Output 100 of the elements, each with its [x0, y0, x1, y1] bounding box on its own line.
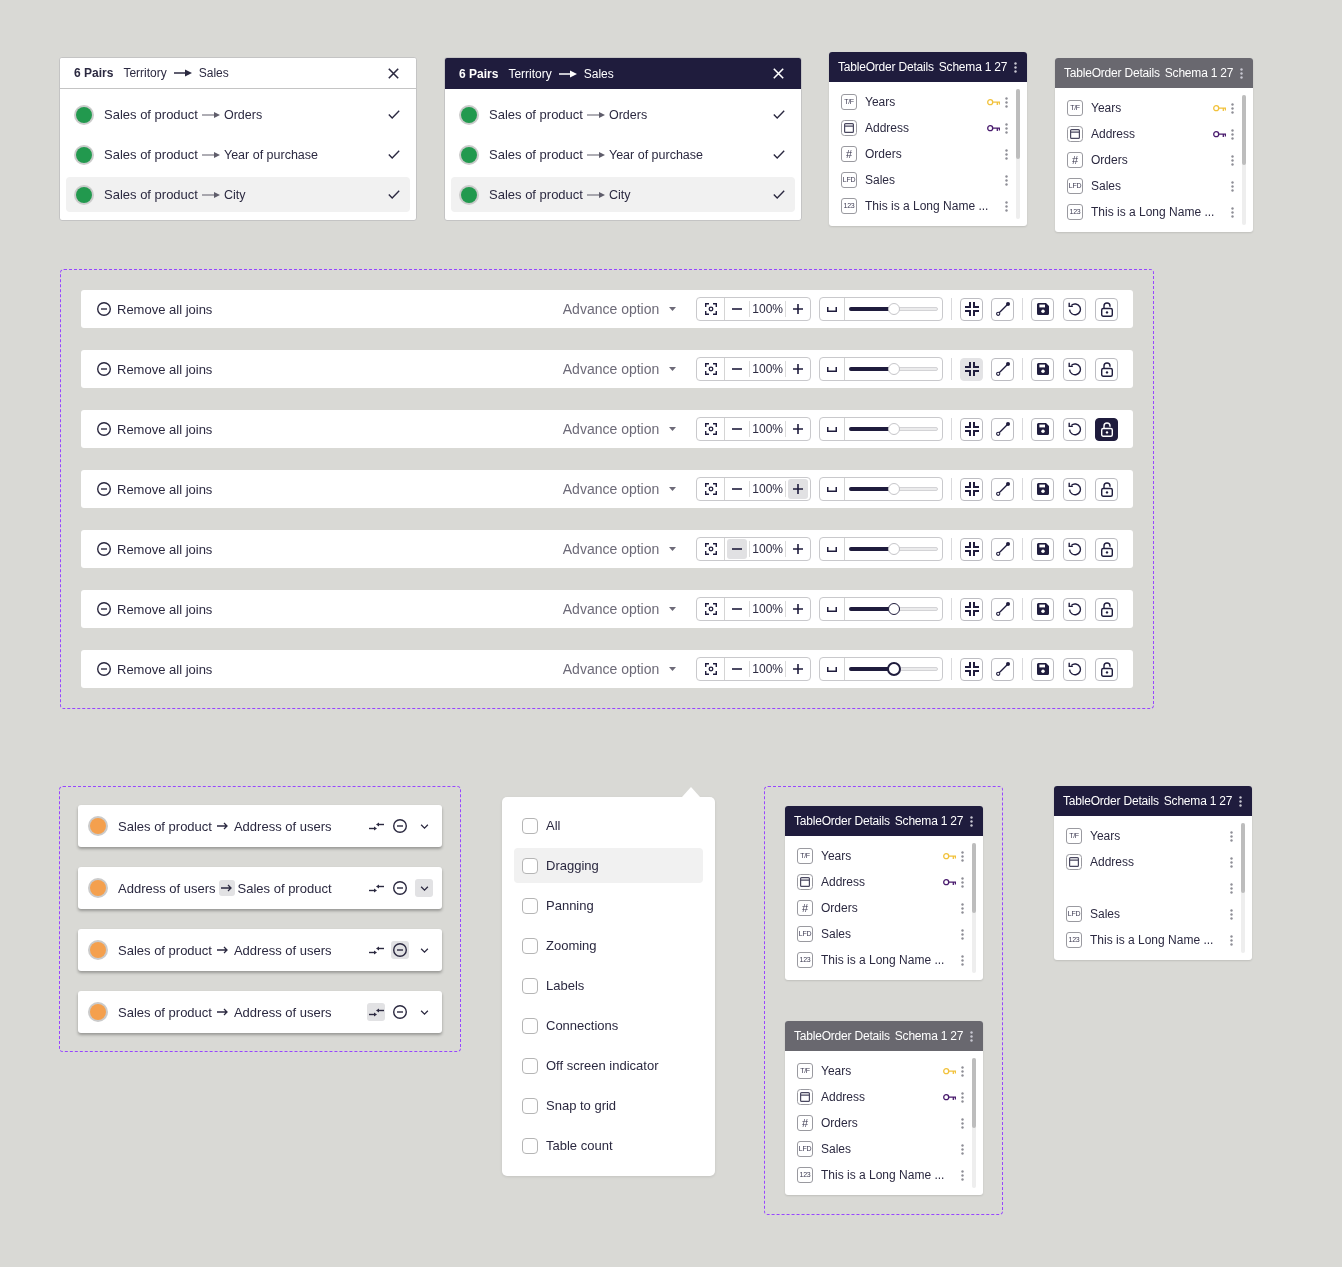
- reset-button[interactable]: [1063, 657, 1086, 681]
- zoom-slider[interactable]: [849, 362, 938, 376]
- filter-option[interactable]: Dragging: [514, 848, 703, 883]
- lock-button[interactable]: [1095, 657, 1118, 681]
- reset-button[interactable]: [1063, 357, 1086, 381]
- connect-button[interactable]: [991, 657, 1014, 681]
- remove-joins-button[interactable]: Remove all joins: [97, 421, 213, 437]
- scrollbar-thumb[interactable]: [972, 1058, 976, 1128]
- more-icon[interactable]: [1239, 795, 1243, 807]
- zoom-slider[interactable]: [849, 482, 938, 496]
- filter-option[interactable]: Off screen indicator: [514, 1048, 703, 1083]
- scrollbar-thumb[interactable]: [1016, 89, 1020, 159]
- scrollbar-thumb[interactable]: [972, 843, 976, 913]
- fit-button[interactable]: [960, 537, 983, 561]
- reset-button[interactable]: [1063, 417, 1086, 441]
- filter-option[interactable]: Zooming: [514, 928, 703, 963]
- save-button[interactable]: [1031, 477, 1054, 501]
- fit-button[interactable]: [960, 357, 983, 381]
- reset-button[interactable]: [1063, 537, 1086, 561]
- advance-option-dropdown[interactable]: Advance option: [562, 481, 677, 497]
- zoom-slider[interactable]: [849, 302, 938, 316]
- advance-option-dropdown[interactable]: Advance option: [562, 361, 677, 377]
- checkbox[interactable]: [522, 937, 538, 954]
- connect-button[interactable]: [991, 417, 1014, 441]
- filter-option[interactable]: Snap to grid: [514, 1088, 703, 1123]
- filter-option[interactable]: All: [514, 808, 703, 843]
- save-button[interactable]: [1031, 657, 1054, 681]
- reset-button[interactable]: [1063, 477, 1086, 501]
- pair-row[interactable]: Sales of product City: [66, 177, 410, 212]
- remove-joins-button[interactable]: Remove all joins: [97, 601, 213, 617]
- fit-button[interactable]: [960, 597, 983, 621]
- save-button[interactable]: [1031, 357, 1054, 381]
- filter-option[interactable]: Connections: [514, 1008, 703, 1043]
- fit-button[interactable]: [960, 297, 983, 321]
- remove-joins-button[interactable]: Remove all joins: [97, 541, 213, 557]
- connect-button[interactable]: [991, 297, 1014, 321]
- zoom-out-button[interactable]: [727, 539, 748, 559]
- fit-button[interactable]: [960, 477, 983, 501]
- filter-option[interactable]: Labels: [514, 968, 703, 1003]
- reset-button[interactable]: [1063, 297, 1086, 321]
- more-icon[interactable]: [970, 815, 974, 827]
- zoom-in-button[interactable]: [788, 479, 808, 499]
- slider-thumb[interactable]: [886, 662, 901, 676]
- lock-button[interactable]: [1095, 477, 1118, 501]
- checkbox[interactable]: [522, 1017, 538, 1034]
- pair-row[interactable]: Sales of product Orders: [451, 97, 795, 132]
- slider-thumb[interactable]: [887, 603, 900, 615]
- remove-joins-button[interactable]: Remove all joins: [97, 481, 213, 497]
- connect-button[interactable]: [991, 477, 1014, 501]
- scrollbar[interactable]: [972, 843, 976, 973]
- pair-row[interactable]: Sales of product Year of purchase: [66, 137, 410, 172]
- direction-button[interactable]: [218, 880, 235, 896]
- checkbox[interactable]: [522, 1097, 538, 1114]
- save-button[interactable]: [1031, 597, 1054, 621]
- close-button[interactable]: [388, 67, 399, 79]
- advance-option-dropdown[interactable]: Advance option: [562, 301, 677, 317]
- lock-button[interactable]: [1095, 357, 1118, 381]
- checkbox[interactable]: [522, 1057, 538, 1074]
- advance-option-dropdown[interactable]: Advance option: [562, 661, 677, 677]
- save-button[interactable]: [1031, 297, 1054, 321]
- checkbox[interactable]: [522, 857, 538, 874]
- filter-option[interactable]: Table count: [514, 1128, 703, 1163]
- zoom-slider[interactable]: [849, 542, 938, 556]
- scrollbar-thumb[interactable]: [1241, 823, 1245, 893]
- save-button[interactable]: [1031, 417, 1054, 441]
- scrollbar[interactable]: [1241, 823, 1245, 953]
- lock-button[interactable]: [1095, 597, 1118, 621]
- connect-button[interactable]: [991, 537, 1014, 561]
- checkbox[interactable]: [522, 1137, 538, 1154]
- checkbox[interactable]: [522, 977, 538, 994]
- expand-button[interactable]: [415, 879, 433, 897]
- pair-row[interactable]: Sales of product Year of purchase: [451, 137, 795, 172]
- checkbox[interactable]: [522, 817, 538, 834]
- scrollbar[interactable]: [972, 1058, 976, 1188]
- reset-button[interactable]: [1063, 597, 1086, 621]
- lock-button[interactable]: [1095, 537, 1118, 561]
- scrollbar-thumb[interactable]: [1242, 95, 1246, 165]
- zoom-slider[interactable]: [849, 662, 938, 676]
- connect-button[interactable]: [991, 357, 1014, 381]
- scrollbar[interactable]: [1242, 95, 1246, 225]
- remove-button[interactable]: [391, 1003, 409, 1021]
- advance-option-dropdown[interactable]: Advance option: [562, 601, 677, 617]
- advance-option-dropdown[interactable]: Advance option: [562, 421, 677, 437]
- remove-joins-button[interactable]: Remove all joins: [97, 301, 213, 317]
- swap-button[interactable]: [367, 1003, 385, 1021]
- lock-button[interactable]: [1095, 417, 1118, 441]
- pair-row[interactable]: Sales of product Orders: [66, 97, 410, 132]
- checkbox[interactable]: [522, 897, 538, 914]
- remove-button[interactable]: [391, 817, 409, 835]
- remove-joins-button[interactable]: Remove all joins: [97, 361, 213, 377]
- advance-option-dropdown[interactable]: Advance option: [562, 541, 677, 557]
- zoom-slider[interactable]: [849, 422, 938, 436]
- connect-button[interactable]: [991, 597, 1014, 621]
- remove-button[interactable]: [391, 941, 409, 959]
- fit-button[interactable]: [960, 657, 983, 681]
- zoom-slider[interactable]: [849, 602, 938, 616]
- save-button[interactable]: [1031, 537, 1054, 561]
- filter-option[interactable]: Panning: [514, 888, 703, 923]
- lock-button[interactable]: [1095, 297, 1118, 321]
- remove-joins-button[interactable]: Remove all joins: [97, 661, 213, 677]
